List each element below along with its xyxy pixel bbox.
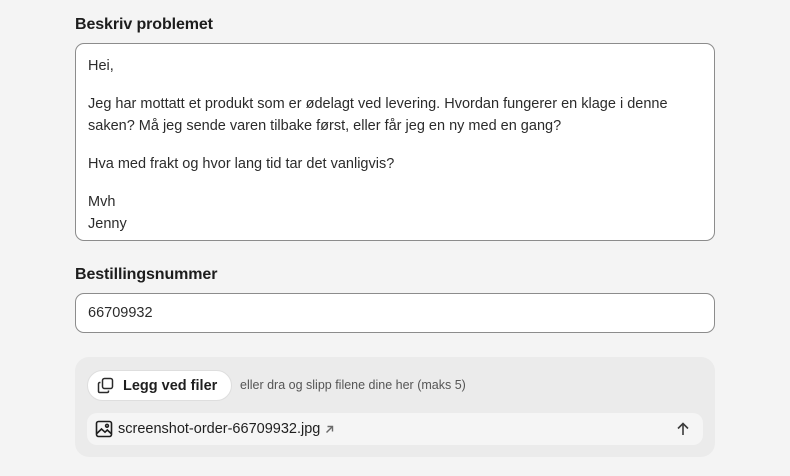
arrow-up-icon[interactable] [675,421,691,437]
order-number-label: Bestillingsnummer [75,266,218,283]
dropzone-hint: eller dra og slipp filene dine her (maks… [240,378,466,392]
attached-file-name[interactable]: screenshot-order-66709932.jpg [118,421,320,437]
description-line: Jenny [88,216,127,232]
image-icon [95,420,113,438]
order-number-input[interactable]: 66709932 [75,293,715,333]
attach-files-label: Legg ved filer [123,377,218,394]
arrow-up-right-icon[interactable] [324,424,335,435]
copy-icon [97,377,114,394]
description-line: Hei, [88,58,114,74]
order-number-value: 66709932 [88,305,153,321]
description-line: Mvh [88,194,116,210]
description-label: Beskriv problemet [75,16,213,33]
description-line: Hva med frakt og hvor lang tid tar det v… [88,156,395,172]
file-dropzone[interactable]: Legg ved filer eller dra og slipp filene… [75,357,715,457]
description-textarea[interactable]: Hei, Jeg har mottatt et produkt som er ø… [75,43,715,241]
description-line: Jeg har mottatt et produkt som er ødelag… [88,96,668,134]
attach-files-button[interactable]: Legg ved filer [87,370,232,401]
attached-file-item[interactable]: screenshot-order-66709932.jpg [87,413,703,445]
